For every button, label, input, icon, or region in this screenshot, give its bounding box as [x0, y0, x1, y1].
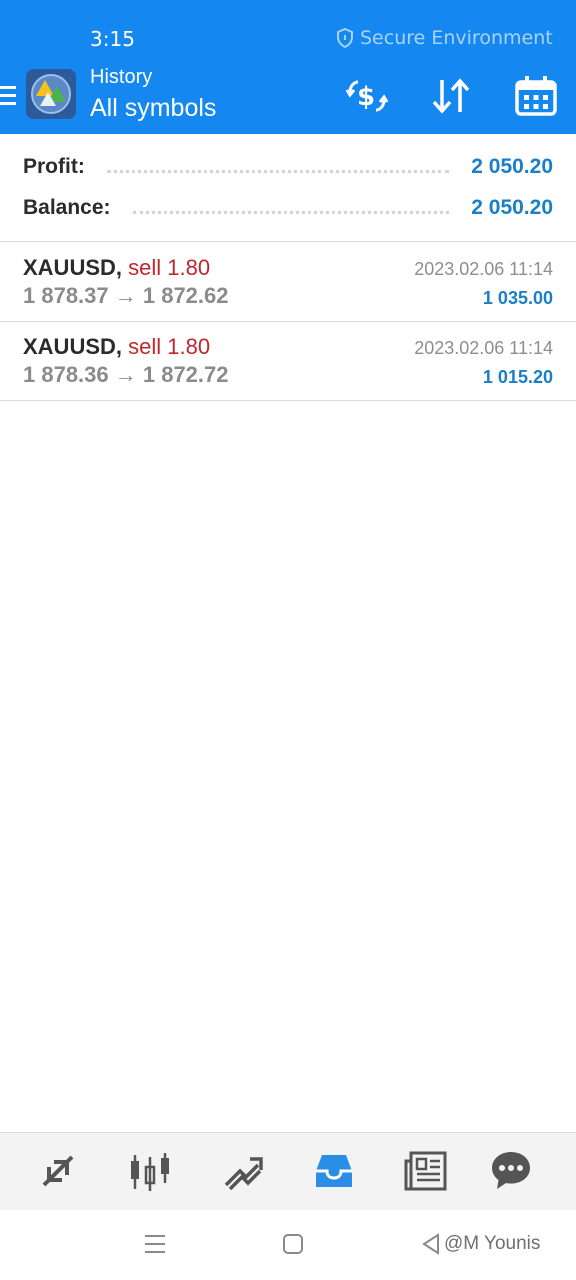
account-summary: Profit: 2 050.20 Balance: 2 050.20: [0, 134, 576, 242]
bottom-navigation: [0, 1132, 576, 1210]
deal-profit: 1 015.20: [482, 367, 553, 387]
calendar-icon[interactable]: [512, 72, 560, 120]
deal-prices: 1 878.36 → 1 872.72: [23, 362, 229, 387]
recents-icon[interactable]: [144, 1232, 166, 1261]
menu-icon[interactable]: [0, 84, 16, 108]
history-icon[interactable]: [310, 1147, 358, 1195]
svg-text:$: $: [357, 82, 375, 112]
home-icon[interactable]: [282, 1232, 304, 1261]
dotted-leader: [106, 169, 450, 173]
sort-icon[interactable]: [427, 72, 475, 120]
header-title[interactable]: All symbols: [90, 94, 216, 123]
status-time: 3:15: [90, 27, 135, 51]
shield-icon: [337, 28, 353, 48]
header-subtitle: History: [90, 66, 153, 88]
deal-row[interactable]: XAUUSD, sell 1.80 1 878.36 → 1 872.72 20…: [0, 322, 576, 401]
profit-label: Profit:: [23, 155, 85, 178]
profit-row: Profit: 2 050.20: [23, 152, 553, 182]
balance-label: Balance:: [23, 196, 111, 219]
quotes-icon[interactable]: [34, 1147, 82, 1195]
news-icon[interactable]: [402, 1147, 450, 1195]
deal-title: XAUUSD, sell 1.80: [23, 334, 210, 360]
system-navigation-bar: @M Younis: [0, 1210, 576, 1280]
deal-side: sell 1.80: [128, 255, 211, 280]
deal-side: sell 1.80: [128, 334, 211, 359]
secure-environment-indicator: Secure Environment: [336, 27, 553, 49]
dotted-leader: [132, 210, 450, 214]
secure-environment-label: Secure Environment: [360, 27, 553, 49]
profit-value: 2 050.20: [471, 155, 553, 178]
watermark: @M Younis: [444, 1233, 541, 1254]
app-header: 3:15 Secure Environment History All symb…: [0, 0, 576, 134]
trade-icon[interactable]: [218, 1147, 266, 1195]
currency-exchange-icon[interactable]: $: [343, 72, 391, 120]
deal-time: 2023.02.06 11:14: [414, 259, 553, 279]
deal-title: XAUUSD, sell 1.80: [23, 255, 210, 281]
deal-profit: 1 035.00: [482, 288, 553, 308]
deal-time: 2023.02.06 11:14: [414, 338, 553, 358]
deal-symbol: XAUUSD,: [23, 334, 123, 359]
chat-icon[interactable]: [487, 1147, 535, 1195]
balance-value: 2 050.20: [471, 196, 553, 219]
app-logo: [26, 69, 76, 119]
chart-icon[interactable]: [126, 1147, 174, 1195]
deal-row[interactable]: XAUUSD, sell 1.80 1 878.37 → 1 872.62 20…: [0, 243, 576, 322]
back-icon[interactable]: [420, 1232, 442, 1261]
deal-prices: 1 878.37 → 1 872.62: [23, 283, 229, 308]
deal-symbol: XAUUSD,: [23, 255, 123, 280]
balance-row: Balance: 2 050.20: [23, 193, 553, 223]
